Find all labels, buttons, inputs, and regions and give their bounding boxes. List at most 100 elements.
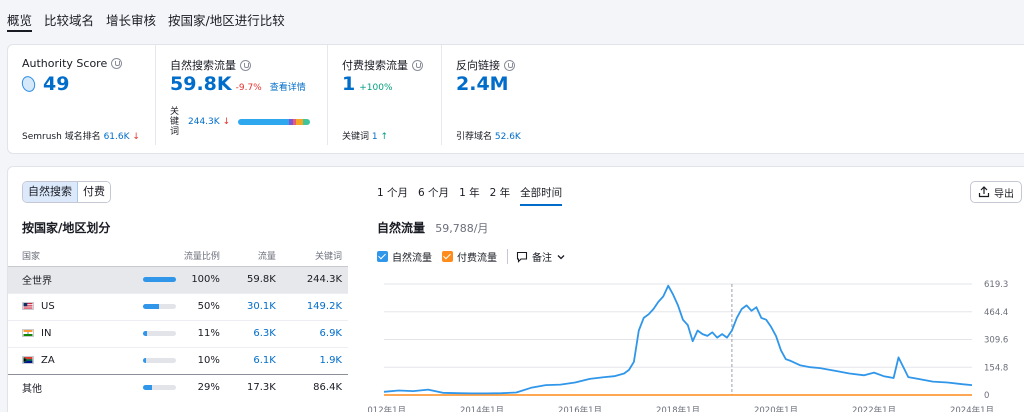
authority-score-value: 49 xyxy=(43,73,70,95)
traffic-cell: 59.8K xyxy=(225,265,282,293)
share-bar-fill xyxy=(142,276,176,282)
comment-icon xyxy=(516,251,528,263)
info-icon[interactable] xyxy=(240,59,251,71)
share-bar-fill xyxy=(142,330,147,336)
authority-score-metric: Authority Score 49 Semrush 域名排名 61.6K ↓ xyxy=(8,45,155,145)
organic-keywords-value[interactable]: 244.3K xyxy=(188,117,220,127)
backlinks-label-text: 反向链接 xyxy=(456,59,500,72)
time-range-selector: 1 个月 6 个月 1 年 2 年 全部时间 xyxy=(377,185,572,206)
country-name: 全世界 xyxy=(22,276,52,287)
x-tick-label: 2022年1月 xyxy=(852,405,896,412)
backlinks-value[interactable]: 2.4M xyxy=(456,73,509,95)
traffic-cell[interactable]: 6.3K xyxy=(225,319,282,347)
share-bar xyxy=(142,357,176,363)
notes-label: 备注 xyxy=(532,253,552,264)
paid-traffic-metric: 付费搜索流量 1 +100% 关键词 1 ↑ xyxy=(327,45,441,145)
organic-toggle-button[interactable]: 自然搜索 xyxy=(23,182,78,202)
country-cell[interactable]: ZA xyxy=(8,346,93,374)
arrow-down-icon: ↓ xyxy=(222,117,231,127)
table-row[interactable]: US 50% 30.1K 149.2K xyxy=(8,292,348,320)
country-cell[interactable]: IN xyxy=(8,319,93,347)
legend-paid-label: 付费流量 xyxy=(457,253,497,264)
share-bar xyxy=(142,276,176,282)
checkbox-checked-icon xyxy=(377,251,388,262)
range-all-time[interactable]: 全部时间 xyxy=(520,185,563,206)
paid-keywords-value[interactable]: 1 xyxy=(372,132,378,142)
country-name: US xyxy=(41,301,55,312)
y-tick-label: 464.4K xyxy=(984,308,1008,318)
export-button[interactable]: 导出 xyxy=(970,181,1022,203)
organic-traffic-chart[interactable]: 619.3K 464.4K 309.6K 154.8K 0 2012年1月 2014年1月 2… xyxy=(368,277,1008,412)
table-row[interactable]: 其他 29% 17.3K 86.4K xyxy=(8,373,348,401)
y-tick-label: 0 xyxy=(984,391,989,401)
semrush-rank: Semrush 域名排名 61.6K ↓ xyxy=(22,129,140,142)
semrush-rank-value[interactable]: 61.6K xyxy=(104,132,130,142)
share-bar-fill xyxy=(142,357,147,363)
organic-traffic-label: 自然搜索流量 xyxy=(170,57,251,73)
paid-traffic-label: 付费搜索流量 xyxy=(342,57,423,73)
x-tick-label: 2018年1月 xyxy=(656,405,700,412)
authority-score-label: Authority Score xyxy=(22,57,123,70)
paid-traffic-value[interactable]: 1 xyxy=(342,73,355,95)
tab-overview[interactable]: 概览 xyxy=(7,0,33,32)
y-tick-label: 309.6K xyxy=(984,336,1008,346)
share-bar xyxy=(142,303,176,309)
column-header-share: 流量比例 xyxy=(183,252,220,263)
view-details-link[interactable]: 查看详情 xyxy=(270,80,306,93)
table-row[interactable]: 全世界 100% 59.8K 244.3K xyxy=(8,265,348,293)
legend-organic-checkbox[interactable]: 自然流量 xyxy=(377,249,432,264)
traffic-cell[interactable]: 30.1K xyxy=(225,292,282,320)
range-1-month[interactable]: 1 个月 xyxy=(377,185,408,206)
tab-growth-review[interactable]: 增长审核 xyxy=(106,0,156,34)
x-tick-label: 2016年1月 xyxy=(558,405,602,412)
export-icon xyxy=(978,186,990,198)
legend-organic-label: 自然流量 xyxy=(392,253,432,264)
range-6-months[interactable]: 6 个月 xyxy=(418,185,449,206)
keywords-cell[interactable]: 1.9K xyxy=(281,346,348,374)
india-flag-icon xyxy=(22,329,34,337)
share-cell: 11% xyxy=(92,319,226,347)
info-icon[interactable] xyxy=(504,59,515,71)
table-header-row: 国家 流量比例 流量 关键词 xyxy=(8,246,348,266)
y-tick-label: 154.8K xyxy=(984,363,1008,373)
country-name: IN xyxy=(41,328,52,339)
country-name: 其他 xyxy=(22,384,42,396)
table-row[interactable]: IN 11% 6.3K 6.9K xyxy=(8,319,348,347)
column-header-country: 国家 xyxy=(22,252,41,263)
tab-compare-domains[interactable]: 比较域名 xyxy=(44,0,94,34)
organic-traffic-delta: -9.7% xyxy=(235,83,262,93)
y-tick-label: 619.3K xyxy=(984,280,1008,290)
south-africa-flag-icon xyxy=(22,356,34,364)
info-icon[interactable] xyxy=(111,58,123,69)
paid-toggle-button[interactable]: 付费 xyxy=(78,182,110,202)
referring-domains-value[interactable]: 52.6K xyxy=(495,132,521,142)
paid-keywords-label: 关键词 xyxy=(342,132,370,142)
country-name: ZA xyxy=(41,355,55,366)
share-bar xyxy=(142,330,176,336)
share-value: 50% xyxy=(197,301,220,312)
paid-traffic-value-row: 1 +100% xyxy=(342,73,393,95)
legend-paid-checkbox[interactable]: 付费流量 xyxy=(442,249,497,264)
table-row[interactable]: ZA 10% 6.1K 1.9K xyxy=(8,346,348,374)
arrow-up-icon: ↑ xyxy=(380,132,389,142)
country-cell: 全世界 xyxy=(8,265,93,293)
authority-shield-icon xyxy=(19,74,38,94)
organic-traffic-value[interactable]: 59.8K xyxy=(170,73,232,95)
referring-domains-label: 引荐域名 xyxy=(456,132,493,142)
search-type-toggle: 自然搜索 付费 xyxy=(22,181,111,203)
share-value: 10% xyxy=(197,355,220,366)
keywords-cell[interactable]: 6.9K xyxy=(281,319,348,347)
info-icon[interactable] xyxy=(412,59,423,71)
tab-compare-by-country[interactable]: 按国家/地区进行比较 xyxy=(168,0,285,34)
country-section-title: 按国家/地区划分 xyxy=(22,221,111,235)
notes-dropdown[interactable]: 备注 xyxy=(507,249,566,264)
authority-score-value-row: 49 xyxy=(19,73,70,95)
range-2-years[interactable]: 2 年 xyxy=(490,185,511,206)
range-1-year[interactable]: 1 年 xyxy=(459,185,480,206)
organic-keywords: 关键词 244.3K ↓ xyxy=(170,107,311,137)
chart-title: 自然流量 59,788/月 xyxy=(377,219,488,236)
country-cell[interactable]: US xyxy=(8,292,93,320)
paid-keywords: 关键词 1 ↑ xyxy=(342,129,388,142)
keywords-cell[interactable]: 149.2K xyxy=(281,292,348,320)
traffic-cell[interactable]: 6.1K xyxy=(225,346,282,374)
